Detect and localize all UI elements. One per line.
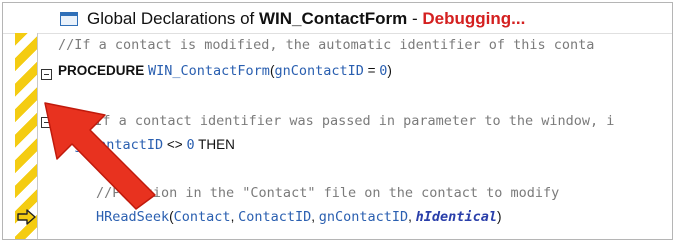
code-line-1[interactable]: //If a contact is modified, the automati…: [58, 35, 594, 55]
number: 0: [186, 137, 195, 153]
code-comment: //Position in the "Contact" file on the …: [96, 185, 560, 201]
param-name: gnContactID: [274, 63, 364, 79]
procedure-name: WIN_ContactForm: [148, 63, 270, 79]
code-editor-window: Global Declarations of WIN_ContactForm -…: [2, 2, 673, 240]
equals-sign: =: [363, 63, 380, 78]
current-line-arrow-icon: [17, 209, 36, 225]
title-prefix: Global Declarations of: [87, 9, 259, 28]
keyword-then: THEN: [194, 137, 235, 152]
operator: <>: [163, 137, 187, 152]
code-comment: //If a contact is modified, the automati…: [58, 37, 595, 53]
comma: ,: [408, 209, 416, 224]
constant-argument: hIdentical: [415, 209, 497, 225]
title-debug-status: Debugging...: [422, 9, 526, 28]
function-call: HReadSeek: [96, 209, 170, 225]
argument: ContactID: [238, 209, 312, 225]
paren-close: ): [387, 63, 392, 78]
keyword-procedure: PROCEDURE: [58, 63, 149, 78]
comma: ,: [311, 209, 319, 224]
window-icon: [60, 12, 78, 26]
comma: ,: [230, 209, 239, 224]
argument: gnContactID: [318, 209, 409, 225]
editor-title-bar: Global Declarations of WIN_ContactForm -…: [3, 3, 672, 34]
annotation-arrow-icon: [44, 102, 156, 210]
paren-close: ): [496, 209, 502, 224]
code-line-5[interactable]: //Position in the "Contact" file on the …: [96, 183, 559, 203]
editor-title: Global Declarations of WIN_ContactForm -…: [87, 9, 525, 29]
code-line-2[interactable]: PROCEDURE WIN_ContactForm(gnContactID = …: [58, 61, 392, 81]
argument: Contact: [173, 209, 231, 225]
title-window-name: WIN_ContactForm: [258, 9, 408, 28]
title-separator: -: [407, 9, 423, 28]
